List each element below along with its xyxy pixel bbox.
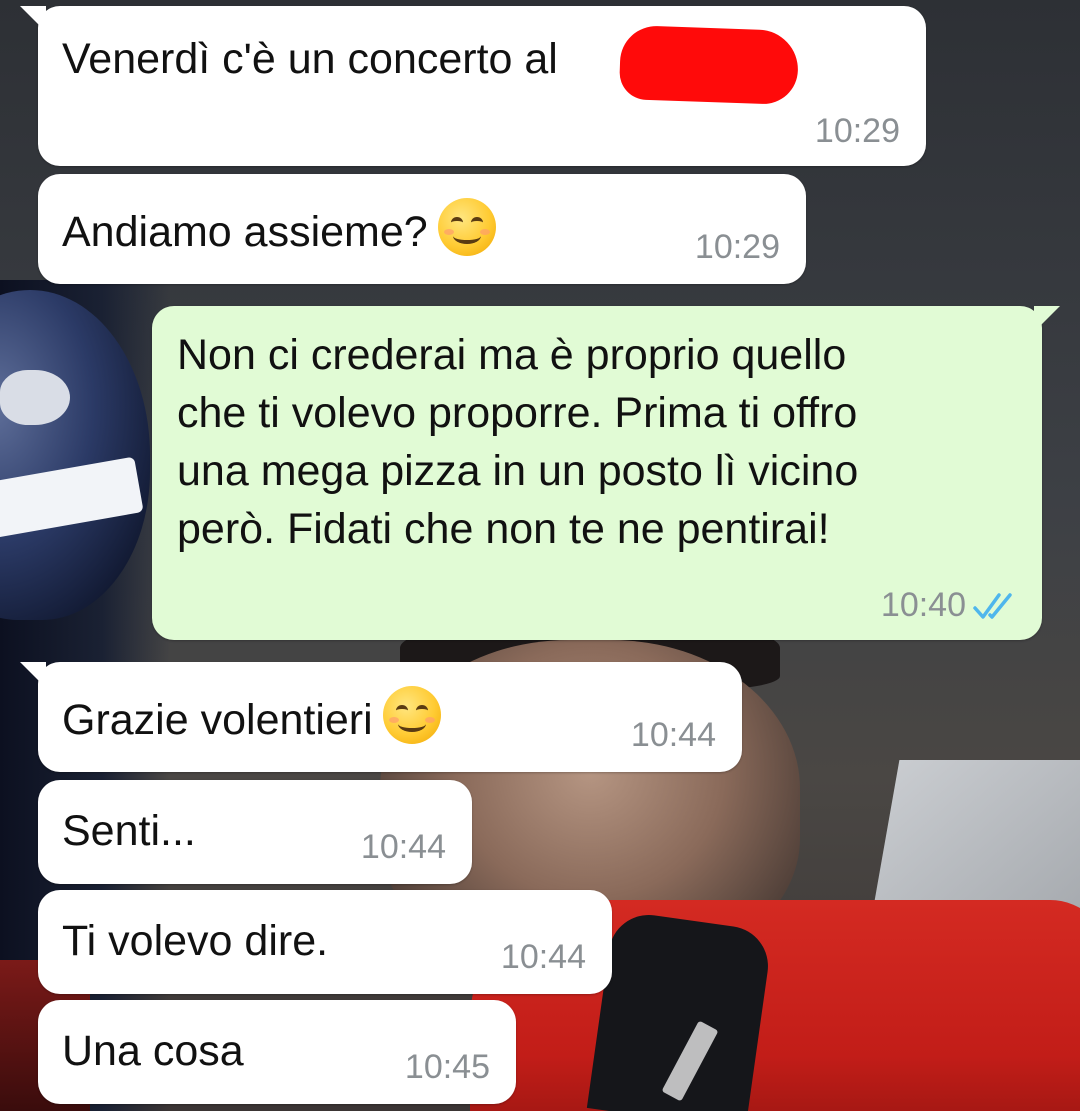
message-content: Andiamo assieme? <box>62 198 496 261</box>
message-timestamp: 10:29 <box>814 112 900 150</box>
message-text: Venerdì c'è un concerto al <box>62 35 558 83</box>
message-text: Grazie volentieri <box>62 696 373 744</box>
message-line: Non ci crederai ma è proprio quello <box>177 331 847 379</box>
message-text: Senti... <box>62 807 196 855</box>
message-timestamp: 10:44 <box>630 716 716 754</box>
message-bubble-incoming[interactable]: Grazie volentieri 10:44 <box>20 662 742 772</box>
message-line: però. Fidati che non te ne pentirai! <box>177 505 830 553</box>
message-line: che ti volevo proporre. Prima ti offro <box>177 389 858 437</box>
message-content: Grazie volentieri <box>62 686 441 749</box>
message-bubble-incoming[interactable]: Ti volevo dire. 10:44 <box>38 890 612 994</box>
redaction-mark <box>618 24 800 106</box>
message-bubble-incoming[interactable]: Senti... 10:44 <box>38 780 472 884</box>
message-timestamp: 10:45 <box>404 1048 490 1086</box>
bubble-tail <box>20 662 46 688</box>
bubble-tail <box>20 6 46 32</box>
bubble-tail <box>1034 306 1060 332</box>
message-bubble-outgoing[interactable]: Non ci crederai ma è proprio quello che t… <box>152 306 1060 640</box>
smiling-face-emoji-icon <box>437 198 496 256</box>
read-receipt-double-check-icon <box>973 593 1012 619</box>
message-bubble-incoming[interactable]: Andiamo assieme? 10:29 <box>38 174 806 284</box>
message-bubble-incoming[interactable]: Una cosa 10:45 <box>38 1000 516 1104</box>
message-timestamp: 10:44 <box>360 828 446 866</box>
smiling-face-emoji-icon <box>382 686 441 744</box>
chat-message-list[interactable]: Venerdì c'è un concerto al 10:29 Andiamo… <box>0 0 1080 1111</box>
message-line: una mega pizza in un posto lì vicino <box>177 447 859 495</box>
message-text: Ti volevo dire. <box>62 917 329 965</box>
message-timestamp: 10:40 <box>880 586 966 624</box>
message-timestamp: 10:29 <box>694 228 780 266</box>
message-text: Non ci crederai ma è proprio quello che t… <box>177 326 858 558</box>
message-timestamp: 10:44 <box>500 938 586 976</box>
message-text: Andiamo assieme? <box>62 208 428 256</box>
message-text: Una cosa <box>62 1027 244 1075</box>
